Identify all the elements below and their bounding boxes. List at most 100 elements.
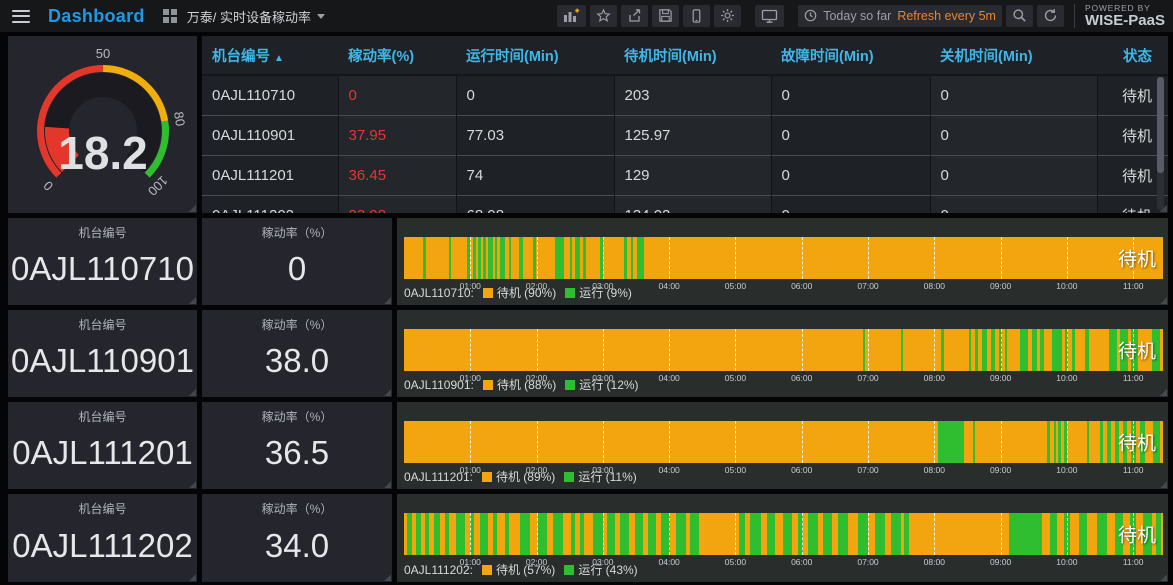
panel-resize-handle[interactable] (189, 481, 196, 488)
legend-item[interactable]: 待机 (89%) (481, 468, 555, 485)
run-segment (555, 237, 565, 279)
panel-resize-handle[interactable] (189, 205, 196, 212)
value-cell: 203 (614, 74, 772, 116)
legend-item[interactable]: 待机 (57%) (481, 561, 555, 578)
legend-item[interactable]: 待机 (88%) (482, 376, 556, 393)
dashboard-logo[interactable]: Dashboard (40, 6, 153, 27)
panel-resize-handle[interactable] (384, 297, 391, 304)
column-header[interactable]: 机台编号 ▲ (202, 36, 338, 76)
legend-item[interactable]: 运行 (9%) (565, 284, 632, 301)
dashboard-grid-icon[interactable] (162, 9, 177, 23)
run-segment (624, 237, 628, 279)
timeline-panel-0AJL110901: 待机 01:00 02:00 03:00 04:00 05:00 06:00 07:00 08:… (397, 310, 1168, 397)
panel-resize-handle[interactable] (1160, 574, 1167, 581)
value-cell: 36.45 (338, 155, 457, 196)
card-title[interactable]: 机台编号 (78, 402, 126, 425)
column-header[interactable]: 待机时间(Min) (614, 36, 771, 76)
hour-gridline (602, 329, 604, 371)
column-header[interactable]: 故障时间(Min) (771, 36, 930, 76)
scrollbar-thumb[interactable] (1157, 77, 1164, 173)
breadcrumb[interactable]: 万泰/ 实时设备稼动率 (187, 7, 325, 26)
time-range-picker[interactable]: Today so far Refresh every 5m (798, 4, 1002, 27)
legend-item[interactable]: 运行 (12%) (565, 376, 639, 393)
hour-gridline (669, 513, 671, 555)
card-title[interactable]: 稼动率（%） (262, 494, 333, 517)
value-cell: 0 (930, 195, 1098, 213)
panel-resize-handle[interactable] (189, 389, 196, 396)
machine-id-value: 0AJL111202 (12, 526, 193, 564)
table-scrollbar[interactable] (1157, 77, 1164, 210)
run-segment (940, 329, 944, 371)
column-header[interactable]: 稼动率(%) (338, 36, 456, 76)
run-segment (479, 513, 488, 555)
run-segment (1096, 513, 1107, 555)
machine-id-cell: 0AJL110710 (202, 74, 339, 116)
mobile-view-button[interactable] (683, 4, 711, 27)
cycle-view-button[interactable] (755, 4, 785, 27)
time-tick-label: 05:00 (724, 557, 747, 567)
machine-id-value: 0AJL111201 (12, 434, 193, 471)
time-tick-label: 05:00 (724, 465, 747, 475)
legend-item[interactable]: 运行 (11%) (564, 468, 637, 485)
run-segment (750, 513, 761, 555)
panel-resize-handle[interactable] (189, 297, 196, 304)
run-segment (504, 513, 509, 555)
legend-item[interactable]: 待机 (90%) (482, 284, 556, 301)
panel-resize-handle[interactable] (189, 574, 196, 581)
panel-resize-handle[interactable] (384, 481, 391, 488)
value-cell: 0 (771, 155, 931, 196)
breadcrumb-label: 万泰/ 实时设备稼动率 (186, 9, 311, 25)
hour-gridline (1000, 421, 1002, 463)
run-segment (537, 513, 548, 555)
timeline-bar: 待机 (404, 329, 1163, 371)
hour-gridline (801, 513, 803, 555)
card-title[interactable]: 稼动率（%） (262, 402, 333, 425)
run-segment (582, 237, 586, 279)
panel-resize-handle[interactable] (384, 574, 391, 581)
time-tick-label: 10:00 (1056, 465, 1078, 475)
timeline-legend: 0AJL110901: 待机 (88%) 运行 (12%) (404, 376, 639, 393)
time-tick-label: 09:00 (989, 281, 1012, 291)
run-segment (520, 513, 530, 555)
panel-resize-handle[interactable] (1160, 205, 1167, 212)
save-button[interactable] (652, 4, 680, 27)
panel-grid: 0 50 80 100 18.2 机台编号 ▲ 稼动率(%) 运行时间(Min) 待机时间(Mi… (8, 36, 1168, 582)
run-segment (478, 237, 481, 279)
run-segment (1008, 513, 1042, 555)
run-segment (1086, 421, 1090, 463)
hour-gridline (536, 513, 538, 555)
value-cell: 77.03 (456, 115, 615, 156)
card-title[interactable]: 机台编号 (78, 310, 126, 333)
hour-gridline (934, 329, 936, 371)
column-header[interactable]: 关机时间(Min) (930, 36, 1097, 76)
legend-item[interactable]: 运行 (43%) (564, 561, 638, 578)
panel-resize-handle[interactable] (1160, 481, 1167, 488)
machine-id-cell: 0AJL111202 (202, 195, 339, 213)
column-header[interactable]: 运行时间(Min) (456, 36, 614, 76)
run-segment (862, 329, 866, 371)
panel-resize-handle[interactable] (384, 389, 391, 396)
run-segment (466, 237, 470, 279)
card-title[interactable]: 稼动率（%） (262, 218, 333, 241)
favorite-button[interactable] (590, 4, 618, 27)
run-segment (838, 513, 849, 555)
menu-icon[interactable] (12, 9, 30, 23)
legend-machine-label: 0AJL111201: (404, 469, 473, 484)
run-segment (592, 513, 603, 555)
panel-resize-handle[interactable] (1160, 297, 1167, 304)
time-tick-label: 07:00 (857, 373, 879, 383)
settings-button[interactable] (714, 4, 742, 27)
add-panel-button[interactable] (557, 4, 587, 27)
machine-id-card: 机台编号 0AJL111201 (8, 402, 197, 489)
column-header[interactable]: 状态 (1097, 36, 1168, 76)
card-title[interactable]: 稼动率（%） (262, 310, 333, 333)
card-title[interactable]: 机台编号 (78, 494, 126, 517)
refresh-button[interactable] (1036, 4, 1064, 27)
panel-resize-handle[interactable] (1160, 389, 1167, 396)
value-cell: 33.98 (338, 195, 457, 213)
legend-swatch (564, 472, 575, 482)
card-title[interactable]: 机台编号 (78, 218, 126, 241)
share-button[interactable] (621, 4, 649, 27)
time-tick-label: 06:00 (791, 557, 813, 567)
zoom-out-button[interactable] (1005, 4, 1033, 27)
